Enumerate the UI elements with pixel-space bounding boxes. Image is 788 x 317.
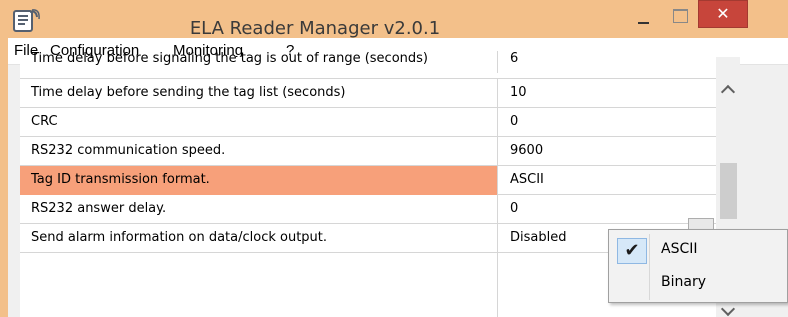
property-row[interactable]: RS232 answer delay. 0 xyxy=(20,195,716,224)
property-value[interactable]: ASCII xyxy=(498,166,716,195)
property-row[interactable]: Time delay before sending the tag list (… xyxy=(20,79,716,108)
property-name: Time delay before sending the tag list (… xyxy=(20,79,498,108)
menu-option-label: ASCII xyxy=(661,241,698,257)
property-name: CRC xyxy=(20,108,498,137)
scroll-thumb[interactable] xyxy=(720,163,737,219)
property-name: Time delay before signaling the tag is o… xyxy=(20,51,498,73)
property-name-empty xyxy=(20,253,498,317)
checkmark-icon: ✔ xyxy=(617,238,647,264)
property-value[interactable]: 0 xyxy=(498,195,716,224)
minimize-button[interactable] xyxy=(626,0,662,34)
property-name: Tag ID transmission format. xyxy=(20,166,498,195)
property-name: Send alarm information on data/clock out… xyxy=(20,224,498,253)
window-title: ELA Reader Manager v2.0.1 xyxy=(189,18,441,39)
property-row-selected[interactable]: Tag ID transmission format. ASCII xyxy=(20,166,716,195)
property-value[interactable]: 10 xyxy=(498,79,716,108)
close-button[interactable]: ✕ xyxy=(698,0,748,28)
app-window: ELA Reader Manager v2.0.1 ✕ File Configu… xyxy=(0,0,788,317)
property-value[interactable]: 0 xyxy=(498,108,716,137)
scroll-down-arrow-icon[interactable] xyxy=(716,303,740,317)
menu-option-binary[interactable]: Binary xyxy=(611,267,787,300)
property-value[interactable]: 6 xyxy=(498,51,716,73)
property-name: RS232 communication speed. xyxy=(20,137,498,166)
property-name: RS232 answer delay. xyxy=(20,195,498,224)
format-dropdown-menu: ✔ ASCII Binary xyxy=(608,229,788,303)
scroll-up-arrow-icon[interactable] xyxy=(716,57,740,117)
menu-option-ascii[interactable]: ✔ ASCII xyxy=(611,234,787,267)
property-row[interactable]: RS232 communication speed. 9600 xyxy=(20,137,716,166)
close-icon: ✕ xyxy=(716,4,730,23)
menu-option-label: Binary xyxy=(661,274,706,290)
property-row[interactable]: Time delay before signaling the tag is o… xyxy=(20,51,716,79)
property-value[interactable]: 9600 xyxy=(498,137,716,166)
maximize-button[interactable] xyxy=(662,0,698,34)
property-row[interactable]: CRC 0 xyxy=(20,108,716,137)
